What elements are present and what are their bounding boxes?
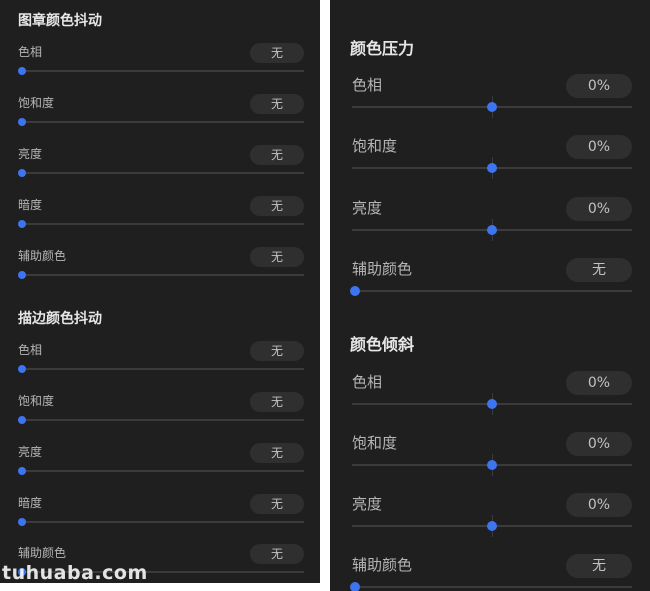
slider-knob[interactable] — [18, 67, 26, 75]
value-field[interactable]: 0% — [566, 197, 632, 221]
slider-track[interactable] — [352, 586, 632, 588]
value-field[interactable]: 无 — [250, 443, 304, 463]
slider-knob[interactable] — [18, 271, 26, 279]
value-field[interactable]: 无 — [250, 145, 304, 165]
row-label: 饱和度 — [352, 434, 398, 452]
row-label: 饱和度 — [352, 137, 398, 155]
row-label: 辅助颜色 — [352, 260, 413, 278]
section-title-stamp-color-jitter: 图章颜色抖动 — [18, 13, 102, 29]
slider-knob[interactable] — [487, 460, 497, 470]
slider-track[interactable] — [20, 274, 304, 276]
slider-knob[interactable] — [487, 225, 497, 235]
value-field[interactable]: 0% — [566, 493, 632, 517]
value-field[interactable]: 0% — [566, 432, 632, 456]
row-label: 色相 — [18, 45, 43, 59]
value-field[interactable]: 无 — [250, 544, 304, 564]
slider-track[interactable] — [20, 368, 304, 370]
value-field[interactable]: 无 — [250, 247, 304, 267]
row-label: 辅助颜色 — [352, 556, 413, 574]
slider-knob[interactable] — [350, 286, 360, 296]
slider-track[interactable] — [20, 223, 304, 225]
slider-knob[interactable] — [18, 118, 26, 126]
slider-track[interactable] — [20, 521, 304, 523]
color-pressure-tilt-panel: 颜色压力 色相 0% 饱和度 0% 亮度 0% 辅助颜色 无 颜色倾斜 色相 0… — [330, 0, 650, 591]
section-title-color-tilt: 颜色倾斜 — [350, 335, 415, 354]
slider-knob[interactable] — [18, 169, 26, 177]
slider-knob[interactable] — [18, 365, 26, 373]
value-field[interactable]: 无 — [250, 43, 304, 63]
slider-knob[interactable] — [18, 467, 26, 475]
row-label: 色相 — [352, 373, 383, 391]
value-field[interactable]: 0% — [566, 135, 632, 159]
slider-knob[interactable] — [487, 163, 497, 173]
value-field[interactable]: 0% — [566, 371, 632, 395]
row-label: 亮度 — [352, 495, 383, 513]
slider-track[interactable] — [20, 172, 304, 174]
value-field[interactable]: 无 — [250, 196, 304, 216]
slider-track[interactable] — [20, 70, 304, 72]
row-label: 暗度 — [18, 496, 43, 510]
slider-knob[interactable] — [350, 582, 360, 591]
row-label: 亮度 — [18, 445, 43, 459]
slider-knob[interactable] — [18, 416, 26, 424]
slider-knob[interactable] — [487, 521, 497, 531]
slider-knob[interactable] — [487, 399, 497, 409]
stamp-stroke-color-jitter-panel: 图章颜色抖动 色相 无 饱和度 无 亮度 无 暗度 无 辅助颜色 无 描边颜色抖… — [0, 0, 320, 583]
row-label: 辅助颜色 — [18, 546, 67, 560]
slider-knob[interactable] — [18, 518, 26, 526]
section-title-color-pressure: 颜色压力 — [350, 39, 415, 58]
row-label: 亮度 — [352, 199, 383, 217]
slider-knob[interactable] — [18, 220, 26, 228]
row-label: 饱和度 — [18, 394, 55, 408]
value-field[interactable]: 无 — [250, 494, 304, 514]
row-label: 暗度 — [18, 198, 43, 212]
watermark: tuhuaba.com — [2, 562, 148, 584]
slider-track[interactable] — [20, 121, 304, 123]
row-label: 色相 — [18, 343, 43, 357]
row-label: 辅助颜色 — [18, 249, 67, 263]
value-field[interactable]: 0% — [566, 74, 632, 98]
row-label: 饱和度 — [18, 96, 55, 110]
value-field[interactable]: 无 — [250, 94, 304, 114]
section-title-stroke-color-jitter: 描边颜色抖动 — [18, 311, 102, 327]
slider-track[interactable] — [20, 470, 304, 472]
value-field[interactable]: 无 — [250, 341, 304, 361]
value-field[interactable]: 无 — [566, 258, 632, 282]
slider-track[interactable] — [20, 419, 304, 421]
slider-track[interactable] — [352, 290, 632, 292]
value-field[interactable]: 无 — [566, 554, 632, 578]
row-label: 亮度 — [18, 147, 43, 161]
slider-knob[interactable] — [487, 102, 497, 112]
row-label: 色相 — [352, 76, 383, 94]
value-field[interactable]: 无 — [250, 392, 304, 412]
